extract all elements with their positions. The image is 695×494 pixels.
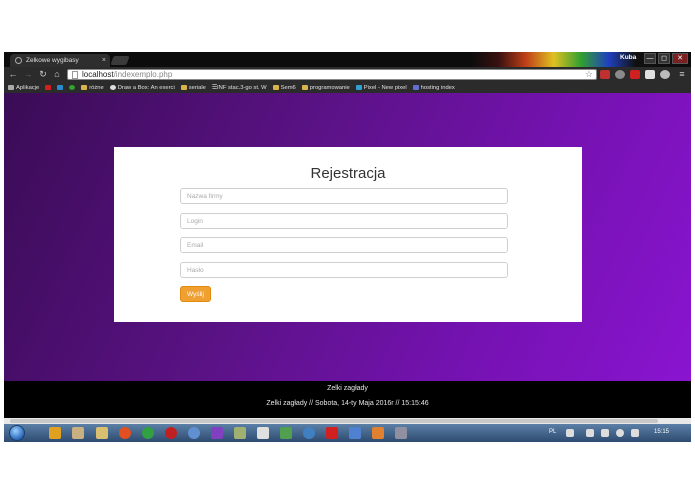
tab-close-icon[interactable]: × <box>102 54 106 67</box>
taskbar-app-icon[interactable] <box>188 427 200 439</box>
bookmark-item[interactable]: Draw a Box: An exerci <box>109 85 175 91</box>
folder-icon <box>301 85 308 90</box>
browser-tab-strip: Zelkowe wygibasy × Kuba — ◻ ✕ <box>4 52 691 67</box>
pixel-icon <box>355 85 362 90</box>
profile-name[interactable]: Kuba <box>620 54 636 61</box>
tab-favicon-icon <box>15 57 22 64</box>
youtube-icon <box>45 85 52 90</box>
company-name-input[interactable] <box>180 188 508 204</box>
email-input[interactable] <box>180 237 508 253</box>
network-icon[interactable] <box>586 429 594 437</box>
maximize-button[interactable]: ◻ <box>658 53 670 64</box>
tray-icon[interactable] <box>566 429 574 437</box>
taskbar-explorer-icon[interactable] <box>96 427 108 439</box>
bookmark-icon-only[interactable] <box>69 85 76 90</box>
reload-icon[interactable]: ↻ <box>38 69 48 79</box>
bookmark-item[interactable]: ☰INF stac.3-go st. W <box>212 85 267 91</box>
folder-icon <box>81 85 88 90</box>
address-url[interactable]: localhost/indexemplo.php <box>82 70 172 80</box>
extension-cube-icon[interactable] <box>645 70 655 79</box>
windows-taskbar: PL 15:15 <box>4 424 691 442</box>
folder-icon <box>272 85 279 90</box>
submit-button[interactable]: Wyślij <box>180 286 211 302</box>
bookmark-item[interactable]: seriale <box>180 85 206 91</box>
circle-icon <box>69 85 76 90</box>
tray-icon[interactable] <box>601 429 609 437</box>
password-input[interactable] <box>180 262 508 278</box>
taskbar-app-icon[interactable] <box>372 427 384 439</box>
extension-icon[interactable] <box>615 70 625 79</box>
apps-grid-icon <box>8 85 14 90</box>
page-background: Rejestracja Wyślij <box>4 93 691 381</box>
bookmark-item[interactable]: Pixel - New pixel <box>355 85 407 91</box>
taskbar-chrome-icon[interactable] <box>72 427 84 439</box>
browser-tab[interactable]: Zelkowe wygibasy × <box>10 54 110 67</box>
bookmark-item[interactable]: hosting index <box>412 85 455 91</box>
taskbar-app-icon[interactable] <box>257 427 269 439</box>
site-icon <box>109 85 116 90</box>
taskbar-app-icon[interactable] <box>234 427 246 439</box>
volume-icon[interactable] <box>631 429 639 437</box>
registration-card: Rejestracja Wyślij <box>114 147 582 322</box>
page-footer: Zelki zagłady Zelki zagłady // Sobota, 1… <box>4 381 691 418</box>
menu-icon[interactable]: ≡ <box>677 69 687 79</box>
taskbar-visual-studio-icon[interactable] <box>211 427 223 439</box>
back-arrow-icon[interactable]: ← <box>8 69 18 79</box>
bookmark-item[interactable]: programowanie <box>301 85 350 91</box>
desktop-screen: Zelkowe wygibasy × Kuba — ◻ ✕ ← → ↻ ⌂ lo… <box>4 52 691 442</box>
page-title: Rejestracja <box>310 165 386 182</box>
page-icon <box>72 71 78 79</box>
gmail-extension-icon[interactable] <box>600 70 610 79</box>
home-icon[interactable]: ⌂ <box>52 69 62 79</box>
language-indicator[interactable]: PL <box>549 429 556 435</box>
forward-arrow-icon[interactable]: → <box>23 69 33 79</box>
tab-title: Zelkowe wygibasy <box>26 57 79 64</box>
address-bar[interactable]: localhost/indexemplo.php ☆ <box>67 69 597 80</box>
tray-icon[interactable] <box>616 429 624 437</box>
bookmark-youtube-icon[interactable] <box>45 85 52 90</box>
taskbar-app-icon[interactable] <box>303 427 315 439</box>
folder-icon <box>180 85 187 90</box>
taskbar-app-icon[interactable] <box>326 427 338 439</box>
taskbar-app-icon[interactable] <box>49 427 61 439</box>
minimize-button[interactable]: — <box>644 53 656 64</box>
footer-date-line: Zelki zagłady // Sobota, 14-ty Maja 2016… <box>266 400 429 407</box>
bookmark-item[interactable]: Sem6 <box>272 85 296 91</box>
bookmark-item[interactable]: Aplikacje <box>8 85 39 91</box>
bookmark-icon-only[interactable] <box>57 85 64 90</box>
adblock-icon[interactable] <box>630 70 640 79</box>
site-icon <box>57 85 64 90</box>
extension-circle-icon[interactable] <box>660 70 670 79</box>
taskbar-app-icon[interactable] <box>349 427 361 439</box>
site-icon <box>412 85 419 90</box>
new-tab-button[interactable] <box>110 56 130 65</box>
taskbar-firefox-icon[interactable] <box>119 427 131 439</box>
taskbar-app-icon[interactable] <box>165 427 177 439</box>
bookmark-item[interactable]: różne <box>81 85 104 91</box>
taskbar-app-icon[interactable] <box>142 427 154 439</box>
bookmarks-bar: Aplikacje różne Draw a Box: An exerci se… <box>4 82 691 93</box>
scrollbar-thumb[interactable] <box>10 419 658 423</box>
close-window-button[interactable]: ✕ <box>672 53 688 64</box>
login-input[interactable] <box>180 213 508 229</box>
taskbar-clock[interactable]: 15:15 <box>654 429 669 435</box>
footer-title: Zelki zagłady <box>327 385 368 392</box>
taskbar-app-icon[interactable] <box>280 427 292 439</box>
taskbar-app-icon[interactable] <box>395 427 407 439</box>
browser-toolbar: ← → ↻ ⌂ localhost/indexemplo.php ☆ ≡ <box>4 67 691 82</box>
start-button[interactable] <box>9 425 25 441</box>
bookmark-star-icon[interactable]: ☆ <box>585 69 593 80</box>
